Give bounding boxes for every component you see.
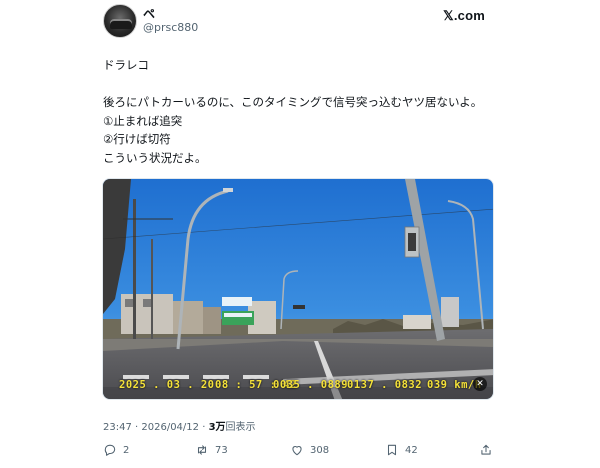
retweet-icon bbox=[197, 445, 207, 455]
mute-icon[interactable]: ✕ bbox=[473, 377, 487, 391]
avatar[interactable] bbox=[103, 4, 137, 38]
reply-icon bbox=[104, 444, 116, 456]
retweet-count: 73 bbox=[215, 444, 228, 456]
osd-date: 2025 . 03 . 20 bbox=[119, 379, 215, 391]
car-avatar-icon bbox=[110, 19, 132, 29]
views-label: 回表示 bbox=[225, 422, 256, 433]
heart-icon bbox=[292, 446, 302, 456]
tweet-line: ドラレコ bbox=[103, 58, 149, 72]
bookmark-icon bbox=[387, 444, 397, 456]
tweet-meta: 23:47 · 2026/04/12 · 3万回表示 bbox=[103, 418, 256, 433]
views-count: 3万 bbox=[208, 422, 226, 433]
x-brand-logo[interactable]: 𝕏.com bbox=[443, 8, 485, 24]
author-handle[interactable]: @prsc880 bbox=[143, 21, 198, 34]
author-display-name[interactable]: ペ bbox=[143, 5, 155, 22]
like-count: 308 bbox=[310, 444, 330, 456]
dashcam-video[interactable]: 2025 . 03 . 20 08 : 57 : 42 0035 . 0889 … bbox=[102, 178, 494, 400]
tweet-date[interactable]: 2026/04/12 bbox=[141, 422, 199, 433]
tweet-line: こういう状況だよ。 bbox=[103, 150, 207, 165]
share-icon bbox=[481, 444, 491, 455]
tweet-text: ドラレコ 後ろにパトカーいるのに、このタイミングで信号突っ込むヤツ居ないよ。 ①… bbox=[103, 56, 503, 167]
bookmark-button[interactable]: 42 bbox=[385, 441, 418, 459]
tweet-line bbox=[103, 75, 503, 94]
meta-separator: · bbox=[199, 422, 209, 433]
tweet-header: ペ @prsc880 𝕏.com bbox=[103, 2, 493, 38]
reply-count: 2 bbox=[123, 444, 130, 456]
tweet-line: 後ろにパトカーいるのに、このタイミングで信号突っ込むヤツ居ないよ。 bbox=[103, 95, 483, 109]
osd-value-1: 0035 . 0889 bbox=[273, 379, 349, 391]
meta-separator: · bbox=[131, 422, 142, 433]
bookmark-count: 42 bbox=[405, 444, 418, 456]
tweet-time[interactable]: 23:47 bbox=[103, 422, 132, 433]
osd-value-2: 0137 . 0832 bbox=[347, 379, 423, 391]
tweet-line: ②行けば切符 bbox=[103, 132, 171, 146]
like-button[interactable]: 308 bbox=[290, 441, 329, 459]
tweet-line: ①止まれば追突 bbox=[103, 113, 183, 128]
reply-button[interactable]: 2 bbox=[103, 441, 129, 459]
dashcam-scene bbox=[103, 179, 493, 399]
share-button[interactable] bbox=[479, 441, 493, 459]
retweet-button[interactable]: 73 bbox=[195, 441, 228, 459]
action-bar: 2 73 308 42 bbox=[103, 441, 493, 459]
